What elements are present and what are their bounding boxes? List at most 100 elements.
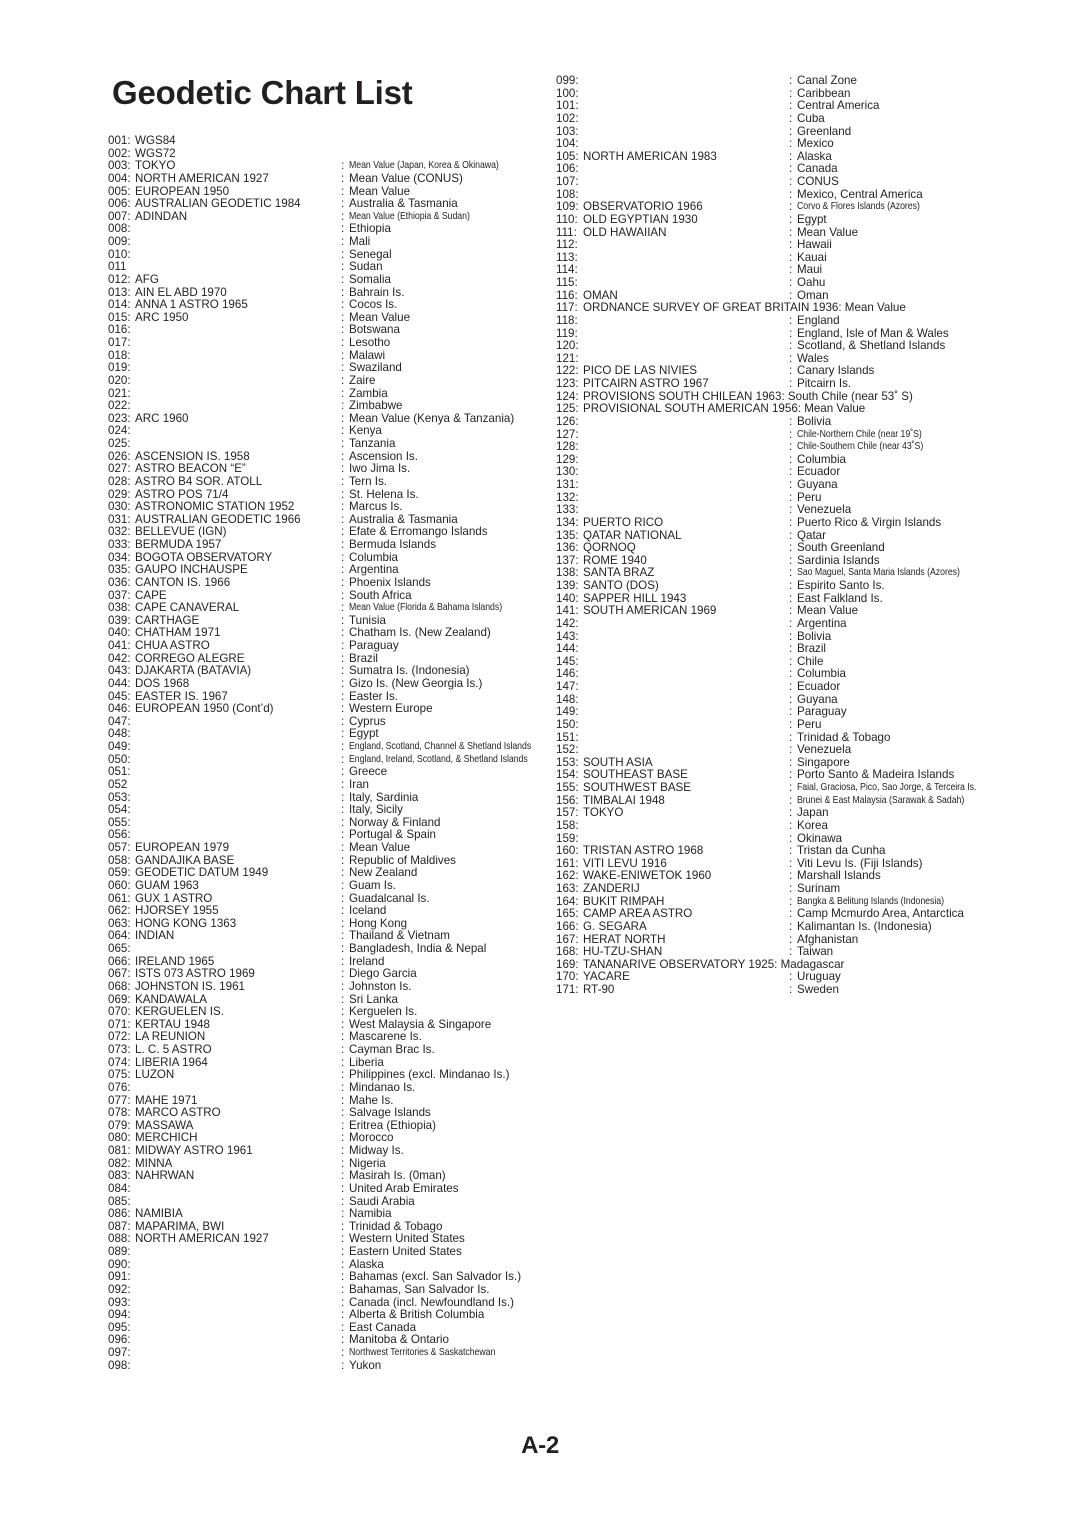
entry-separator: : xyxy=(789,983,793,996)
geodetic-entry-row: 106:: Canada xyxy=(556,163,1016,176)
geodetic-entry-row: 098:: Yukon xyxy=(108,1358,568,1373)
geodetic-entry-row: 063: HONG KONG 1363: Hong Kong xyxy=(108,917,568,931)
entry-region-description: Porto Santo & Madeira Islands xyxy=(797,768,955,782)
entry-separator: : xyxy=(341,1068,345,1082)
entry-region-description: Iwo Jima Is. xyxy=(349,462,411,476)
entry-separator: : xyxy=(341,235,345,248)
entry-region-description: Iceland xyxy=(349,904,387,918)
geodetic-entry-row: 168: HU-TZU-SHAN: Taiwan xyxy=(556,945,1016,959)
entry-region-description: Bermuda Islands xyxy=(349,538,436,551)
geodetic-entry-row: 160: TRISTAN ASTRO 1968: Tristan da Cunha xyxy=(556,844,1016,858)
entry-region-description: Zimbabwe xyxy=(349,399,403,413)
entry-separator: : xyxy=(341,740,345,753)
geodetic-entry-row: 114:: Maui xyxy=(556,264,1016,277)
geodetic-entry-row: 030: ASTRONOMIC STATION 1952: Marcus Is. xyxy=(108,500,568,514)
entry-datum-name: NORTH AMERICAN 1983 xyxy=(583,149,717,163)
geodetic-entry-row: 100:: Caribbean xyxy=(556,87,1016,101)
geodetic-entry-row: 051:: Greece xyxy=(108,766,568,779)
entry-number: 139: xyxy=(556,579,579,592)
entry-region-description: Salvage Islands xyxy=(349,1106,431,1120)
entry-region-description: Sudan xyxy=(349,260,383,274)
entry-number: 027: xyxy=(108,462,131,476)
entry-datum-name: MIDWAY ASTRO 1961 xyxy=(135,1144,253,1157)
entry-number: 091: xyxy=(108,1270,131,1284)
entry-separator: : xyxy=(341,373,345,387)
geodetic-entry-row: 054:: Italy, Sicily xyxy=(108,803,568,817)
entry-number: 115: xyxy=(556,276,578,289)
geodetic-entry-row: 046: EUROPEAN 1950 (Cont’d): Western Europ… xyxy=(108,702,568,716)
entry-separator: : xyxy=(341,1245,345,1258)
entry-region-description: Central America xyxy=(797,99,880,113)
entry-number: 060: xyxy=(108,878,131,892)
entry-separator: : xyxy=(341,702,345,716)
entry-separator: : xyxy=(341,1005,345,1019)
geodetic-entry-row: 133:: Venezuela xyxy=(556,504,1016,517)
entry-region-description: Mean Value (CONUS) xyxy=(349,171,463,185)
entry-region-description: Kerguelen Is. xyxy=(349,1005,418,1019)
entry-number: 125: xyxy=(556,402,579,416)
entry-number: 163: xyxy=(556,882,579,895)
entry-number: 054: xyxy=(108,803,131,817)
geodetic-entry-row: 096:: Manitoba & Ontario xyxy=(108,1334,568,1347)
entry-region-description: Iran xyxy=(349,777,369,791)
entry-region-description: Diego Garcia xyxy=(349,967,417,981)
entry-region-description: New Zealand xyxy=(349,866,418,880)
entry-region-description: Swaziland xyxy=(349,361,402,375)
geodetic-entry-row: 102:: Cuba xyxy=(556,112,1016,126)
geodetic-entry-row: 048:: Egypt xyxy=(108,728,568,741)
entry-datum-name: GAUPO INCHAUSPE xyxy=(135,563,248,577)
entry-region-description: Mean Value (Florida & Bahama Islands) xyxy=(349,602,503,614)
geodetic-entry-row: 004: NORTH AMERICAN 1927: Mean Value (CONU… xyxy=(108,171,568,186)
entry-region-description: Venezuela xyxy=(797,503,852,517)
geodetic-entry-row: 062: HJORSEY 1955: Iceland xyxy=(108,904,568,918)
entry-separator: : xyxy=(341,601,345,615)
geodetic-entry-row: 021:: Zambia xyxy=(108,387,568,401)
entry-region-description: England xyxy=(797,313,840,327)
entry-region-description: Taiwan xyxy=(797,945,834,959)
entry-region-description: Egypt xyxy=(349,727,379,741)
entry-separator: : xyxy=(341,1358,345,1372)
entry-region-description: Argentina xyxy=(349,563,399,577)
geodetic-entry-row: 107:: CONUS xyxy=(556,175,1016,189)
entry-number: 133: xyxy=(556,503,579,517)
entry-datum-name: AFG xyxy=(135,272,159,286)
entry-number: 136: xyxy=(556,541,579,555)
entry-number: 022: xyxy=(108,399,131,413)
geodetic-entry-row: 028: ASTRO B4 SOR. ATOLL: Tern Is. xyxy=(108,474,568,489)
geodetic-entry-row: 055:: Norway & Finland xyxy=(108,816,568,830)
entry-datum-name: EUROPEAN 1950 (Cont’d) xyxy=(135,702,274,716)
entry-region-description: Faial, Graciosa, Pico, Sao Jorge, & Terc… xyxy=(797,782,977,793)
geodetic-entry-row: 006: AUSTRALIAN GEODETIC 1984: Australia &… xyxy=(108,197,568,211)
entry-separator: : xyxy=(789,945,793,959)
entry-number: 089: xyxy=(108,1245,131,1258)
entry-separator: : xyxy=(341,437,345,450)
entry-number: 120: xyxy=(556,339,579,353)
entry-region-description: Guam Is. xyxy=(349,878,397,892)
entry-datum-name: ISTS 073 ASTRO 1969 xyxy=(135,967,255,981)
entry-number: 028: xyxy=(108,474,131,488)
entry-number: 070: xyxy=(108,1005,131,1019)
entry-datum-name: NORTH AMERICAN 1927 xyxy=(135,1232,269,1246)
entry-number: 101: xyxy=(556,99,579,113)
geodetic-entry-row: 131:: Guyana xyxy=(556,478,1016,492)
geodetic-entry-row: 047:: Cyprus xyxy=(108,715,568,729)
entry-separator: : xyxy=(789,604,793,618)
entry-datum-name: OLD EGYPTIAN 1930 xyxy=(583,212,698,226)
geodetic-entry-row: 141: SOUTH AMERICAN 1969: Mean Value xyxy=(556,605,1016,618)
entry-fullwidth-text: ORDNANCE SURVEY OF GREAT BRITAIN 1936: M… xyxy=(583,301,906,315)
entry-separator: : xyxy=(341,260,345,274)
geodetic-list-left-column: 001: WGS84 002: WGS72 003: TOKYO: Mean Value (… xyxy=(108,134,568,1373)
entry-region-description: Bahamas (excl. San Salvador Is.) xyxy=(349,1270,522,1284)
entry-datum-name: INDIAN xyxy=(135,929,175,943)
entry-separator: : xyxy=(341,765,345,779)
entry-separator: : xyxy=(341,967,345,981)
entry-number: 166: xyxy=(556,919,579,933)
entry-region-description: Paraguay xyxy=(797,705,847,719)
entry-separator: : xyxy=(789,705,793,719)
entry-separator: : xyxy=(341,538,345,551)
geodetic-entry-row: 038: CAPE CANAVERAL: Mean Value (Florida &… xyxy=(108,601,568,615)
entry-separator: : xyxy=(341,664,345,678)
entry-region-description: Espirito Santo Is. xyxy=(797,579,885,592)
entry-separator: : xyxy=(341,474,345,488)
entry-region-description: Camp Mcmurdo Area, Antarctica xyxy=(797,907,964,921)
